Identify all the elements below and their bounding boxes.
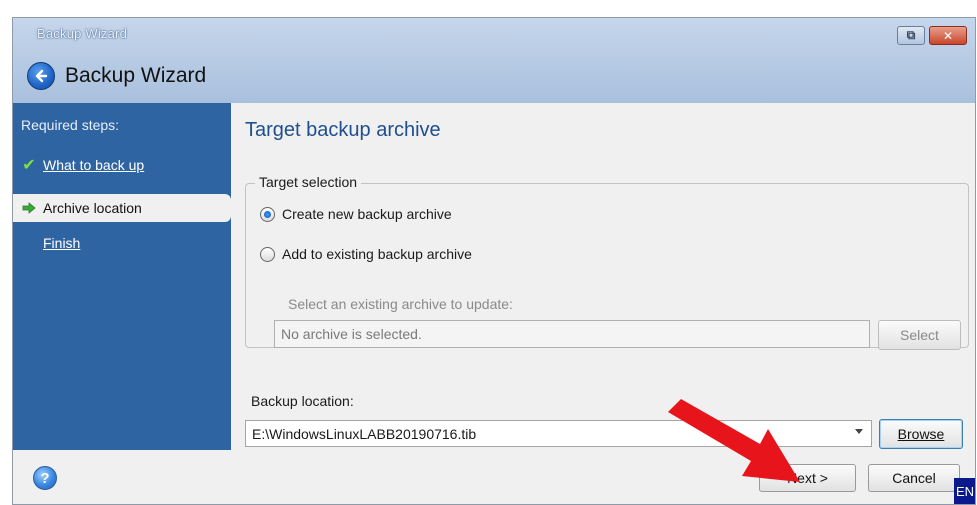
cancel-button[interactable]: Cancel: [868, 464, 960, 492]
backup-location-value: E:\WindowsLinuxLABB20190716.tib: [252, 426, 477, 442]
title-bar: Backup Wizard ⧉ ✕ Backup Wizard: [13, 18, 975, 103]
back-button[interactable]: [27, 62, 55, 90]
steps-sidebar: Required steps: ✔ What to back up Archiv…: [13, 103, 231, 450]
select-archive-button[interactable]: Select: [878, 320, 961, 350]
next-button[interactable]: Next >: [759, 464, 856, 492]
wizard-header-title: Backup Wizard: [65, 64, 207, 87]
language-indicator: EN: [954, 478, 975, 504]
backup-location-combobox[interactable]: E:\WindowsLinuxLABB20190716.tib: [245, 420, 872, 447]
close-icon: ✕: [942, 28, 954, 43]
steps-heading: Required steps:: [21, 117, 120, 133]
sidebar-item-archive-location[interactable]: Archive location: [13, 194, 231, 222]
create-new-radio[interactable]: [260, 206, 275, 222]
create-new-label: Create new backup archive: [282, 206, 452, 222]
sidebar-item-finish[interactable]: Finish: [13, 229, 231, 257]
wizard-footer: ? Next > Cancel EN: [13, 450, 975, 504]
restore-button[interactable]: ⧉: [897, 26, 925, 45]
add-existing-archive-option[interactable]: Add to existing backup archive: [260, 246, 472, 262]
main-content: Target backup archive Target selection C…: [231, 103, 975, 450]
existing-archive-hint: Select an existing archive to update:: [288, 296, 513, 312]
add-existing-label: Add to existing backup archive: [282, 246, 472, 262]
browse-label: Browse: [897, 426, 945, 442]
backup-wizard-window: Backup Wizard ⧉ ✕ Backup Wizard Required…: [12, 17, 976, 505]
existing-archive-field: No archive is selected.: [274, 320, 870, 348]
window-title: Backup Wizard: [37, 26, 128, 41]
restore-icon: ⧉: [906, 28, 916, 42]
browse-button[interactable]: Browse: [879, 419, 963, 449]
add-existing-radio[interactable]: [260, 246, 275, 262]
help-button[interactable]: ?: [33, 466, 57, 490]
current-step-arrow-icon: [19, 202, 39, 214]
back-arrow-icon: [35, 69, 48, 83]
target-selection-legend: Target selection: [255, 174, 362, 190]
target-selection-group: Target selection Create new backup archi…: [245, 174, 969, 350]
window-controls: ⧉ ✕: [897, 26, 967, 45]
sidebar-item-label: Archive location: [43, 200, 142, 216]
sidebar-item-label[interactable]: Finish: [43, 235, 80, 251]
close-button[interactable]: ✕: [929, 26, 967, 45]
sidebar-item-what-to-back-up[interactable]: ✔ What to back up: [13, 151, 231, 179]
help-icon: ?: [40, 469, 50, 487]
create-new-archive-option[interactable]: Create new backup archive: [260, 206, 452, 222]
sidebar-item-label[interactable]: What to back up: [43, 157, 144, 173]
checkmark-icon: ✔: [22, 157, 36, 174]
backup-location-label: Backup location:: [251, 393, 354, 409]
dropdown-arrow-icon[interactable]: [855, 429, 863, 434]
page-title: Target backup archive: [245, 119, 441, 141]
